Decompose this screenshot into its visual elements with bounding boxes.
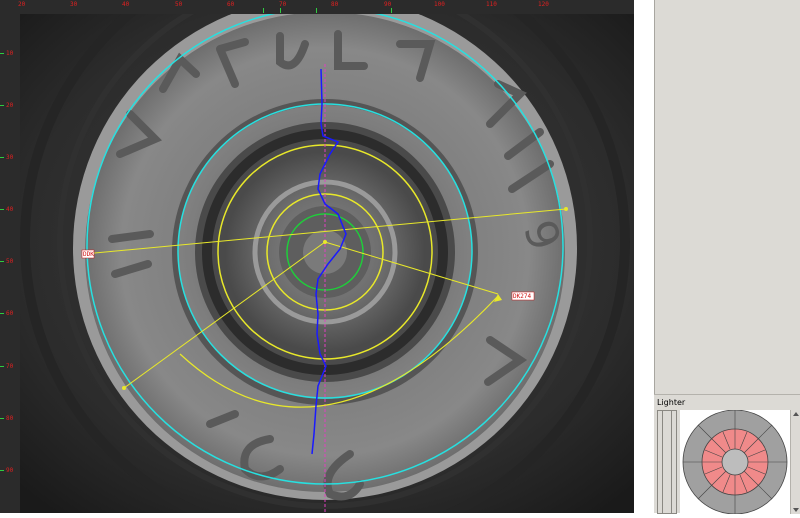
lighter-ring-svg bbox=[682, 409, 788, 515]
ruler-top-label: 30 bbox=[70, 1, 78, 8]
ruler-left-label: 60 bbox=[6, 310, 14, 317]
image-viewport[interactable]: 10 20 30 40 50 60 70 80 90 20 30 40 50 6… bbox=[0, 0, 634, 513]
horizontal-ruler: 20 30 40 50 60 70 80 90 100 110 120 bbox=[18, 0, 634, 14]
ruler-left-label: 70 bbox=[6, 363, 14, 370]
center-point[interactable] bbox=[323, 240, 327, 244]
ruler-tick bbox=[0, 157, 4, 158]
ruler-tick bbox=[0, 209, 4, 210]
ruler-top-label: 20 bbox=[18, 1, 26, 8]
ruler-top-label: 90 bbox=[384, 1, 392, 8]
scroll-up-icon[interactable] bbox=[793, 412, 799, 416]
ruler-top-label: 110 bbox=[486, 1, 497, 8]
ruler-left-label: 80 bbox=[6, 415, 14, 422]
marker-label-right-text: DK274 bbox=[513, 293, 531, 300]
ruler-tick bbox=[0, 418, 4, 419]
ruler-tick bbox=[0, 53, 4, 54]
ruler-top-label: 60 bbox=[227, 1, 235, 8]
cartridge-overlay-svg: 9 DDK DK274 bbox=[20, 0, 634, 513]
measurement-endpoint[interactable] bbox=[122, 386, 126, 390]
ruler-tick bbox=[263, 8, 264, 13]
measurement-endpoint[interactable] bbox=[564, 207, 568, 211]
lighter-selector[interactable] bbox=[680, 409, 790, 515]
ruler-left-label: 20 bbox=[6, 102, 14, 109]
ruler-top-label: 50 bbox=[175, 1, 183, 8]
lighter-panel: Lighter bbox=[654, 394, 800, 515]
ruler-tick bbox=[0, 470, 4, 471]
lighter-scrollbar[interactable] bbox=[790, 410, 800, 514]
vertical-ruler: 10 20 30 40 50 60 70 80 90 bbox=[0, 0, 20, 513]
ruler-top-label: 70 bbox=[279, 1, 287, 8]
lighter-list-track bbox=[662, 411, 672, 513]
ruler-tick bbox=[0, 105, 4, 106]
ruler-top-label: 40 bbox=[122, 1, 130, 8]
lighter-list[interactable] bbox=[657, 410, 677, 514]
ruler-tick bbox=[280, 8, 281, 13]
lighter-title: Lighter bbox=[657, 398, 686, 407]
ruler-tick bbox=[0, 313, 4, 314]
ruler-tick bbox=[0, 261, 4, 262]
ruler-left-label: 90 bbox=[6, 467, 14, 474]
ruler-left-label: 50 bbox=[6, 258, 14, 265]
ruler-tick bbox=[0, 366, 4, 367]
ruler-top-label: 120 bbox=[538, 1, 549, 8]
scroll-down-icon[interactable] bbox=[793, 508, 799, 512]
ruler-left-label: 10 bbox=[6, 50, 14, 57]
marker-label-left-text: DDK bbox=[83, 251, 94, 258]
ruler-left-label: 40 bbox=[6, 206, 14, 213]
panel-gap bbox=[634, 0, 654, 513]
ruler-tick bbox=[316, 8, 317, 13]
ruler-left-label: 30 bbox=[6, 154, 14, 161]
ruler-top-label: 100 bbox=[434, 1, 445, 8]
ruler-tick bbox=[391, 8, 392, 13]
cartridge-headstamp-image[interactable]: 9 DDK DK274 bbox=[20, 0, 634, 513]
ruler-top-label: 80 bbox=[331, 1, 339, 8]
